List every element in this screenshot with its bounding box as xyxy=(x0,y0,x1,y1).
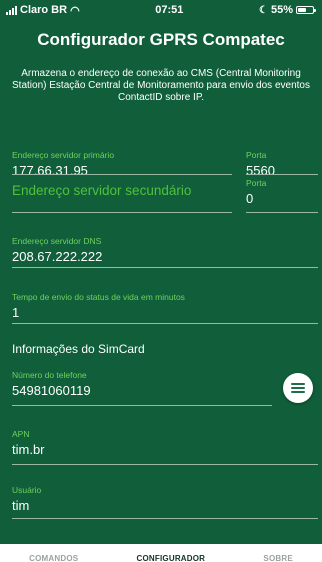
user-input[interactable]: tim xyxy=(12,498,318,513)
do-not-disturb-icon: ☾ xyxy=(259,4,268,16)
dns-server-label: Endereço servidor DNS xyxy=(12,236,102,246)
status-bar: Claro BR ◠ 07:51 ☾ 55% xyxy=(0,0,322,20)
user-field[interactable]: Usuário tim xyxy=(12,485,318,519)
tab-configurador[interactable]: CONFIGURADOR xyxy=(137,554,206,562)
apn-label: APN xyxy=(12,429,30,439)
status-right: ☾ 55% xyxy=(259,4,316,16)
page-title: Configurador GPRS Compatec xyxy=(37,30,285,49)
wifi-icon: ◠ xyxy=(70,4,80,17)
primary-port-underline xyxy=(246,174,318,175)
apn-field[interactable]: APN tim.br xyxy=(12,429,318,465)
dns-server-input[interactable]: 208.67.222.222 xyxy=(12,249,318,264)
tab-sobre[interactable]: SOBRE xyxy=(263,554,292,562)
keepalive-field[interactable]: Tempo de envio do status de vida em minu… xyxy=(12,292,318,324)
dns-server-field[interactable]: Endereço servidor DNS 208.67.222.222 xyxy=(12,236,318,268)
secondary-server-field[interactable]: Endereço servidor secundário xyxy=(12,183,232,213)
phone-underline xyxy=(12,405,272,406)
secondary-port-field[interactable]: Porta 0 xyxy=(246,178,318,213)
apn-input[interactable]: tim.br xyxy=(12,442,318,457)
secondary-server-input[interactable]: Endereço servidor secundário xyxy=(12,183,232,198)
status-left: Claro BR ◠ xyxy=(6,4,80,17)
primary-server-underline xyxy=(12,174,232,175)
tab-comandos[interactable]: COMANDOS xyxy=(29,554,78,562)
signal-icon xyxy=(6,5,17,15)
secondary-server-underline xyxy=(12,212,232,213)
simcard-section-heading: Informações do SimCard xyxy=(12,342,145,356)
page-description: Armazena o endereço de conexão ao CMS (C… xyxy=(12,68,310,103)
dns-server-underline xyxy=(12,267,318,268)
carrier-name: Claro BR xyxy=(20,4,68,16)
user-label: Usuário xyxy=(12,485,42,495)
secondary-port-label: Porta xyxy=(246,178,267,188)
primary-server-field[interactable]: Endereço servidor primário 177.66.31.95 xyxy=(12,150,232,178)
bottom-tab-bar: COMANDOS CONFIGURADOR SOBRE xyxy=(0,544,322,562)
secondary-port-input[interactable]: 0 xyxy=(246,191,318,206)
primary-server-label: Endereço servidor primário xyxy=(12,150,115,160)
phone-label: Número do telefone xyxy=(12,370,87,380)
user-underline xyxy=(12,518,318,519)
menu-fab-button[interactable] xyxy=(283,373,313,403)
primary-port-input[interactable]: 5560 xyxy=(246,163,318,178)
secondary-port-underline xyxy=(246,212,318,213)
app-screen: Claro BR ◠ 07:51 ☾ 55% Configurador GPRS… xyxy=(0,0,322,562)
battery-percent: 55% xyxy=(270,4,293,16)
battery-icon xyxy=(296,6,316,14)
apn-underline xyxy=(12,464,318,465)
menu-icon xyxy=(291,383,305,393)
clock: 07:51 xyxy=(155,4,184,16)
primary-port-label: Porta xyxy=(246,150,267,160)
phone-field[interactable]: Número do telefone 54981060119 xyxy=(12,370,272,406)
primary-server-input[interactable]: 177.66.31.95 xyxy=(12,163,232,178)
keepalive-input[interactable]: 1 xyxy=(12,305,318,320)
battery-fill xyxy=(298,8,306,12)
keepalive-underline xyxy=(12,323,318,324)
phone-input[interactable]: 54981060119 xyxy=(12,383,272,398)
keepalive-label: Tempo de envio do status de vida em minu… xyxy=(12,292,185,302)
primary-port-field[interactable]: Porta 5560 xyxy=(246,150,318,178)
